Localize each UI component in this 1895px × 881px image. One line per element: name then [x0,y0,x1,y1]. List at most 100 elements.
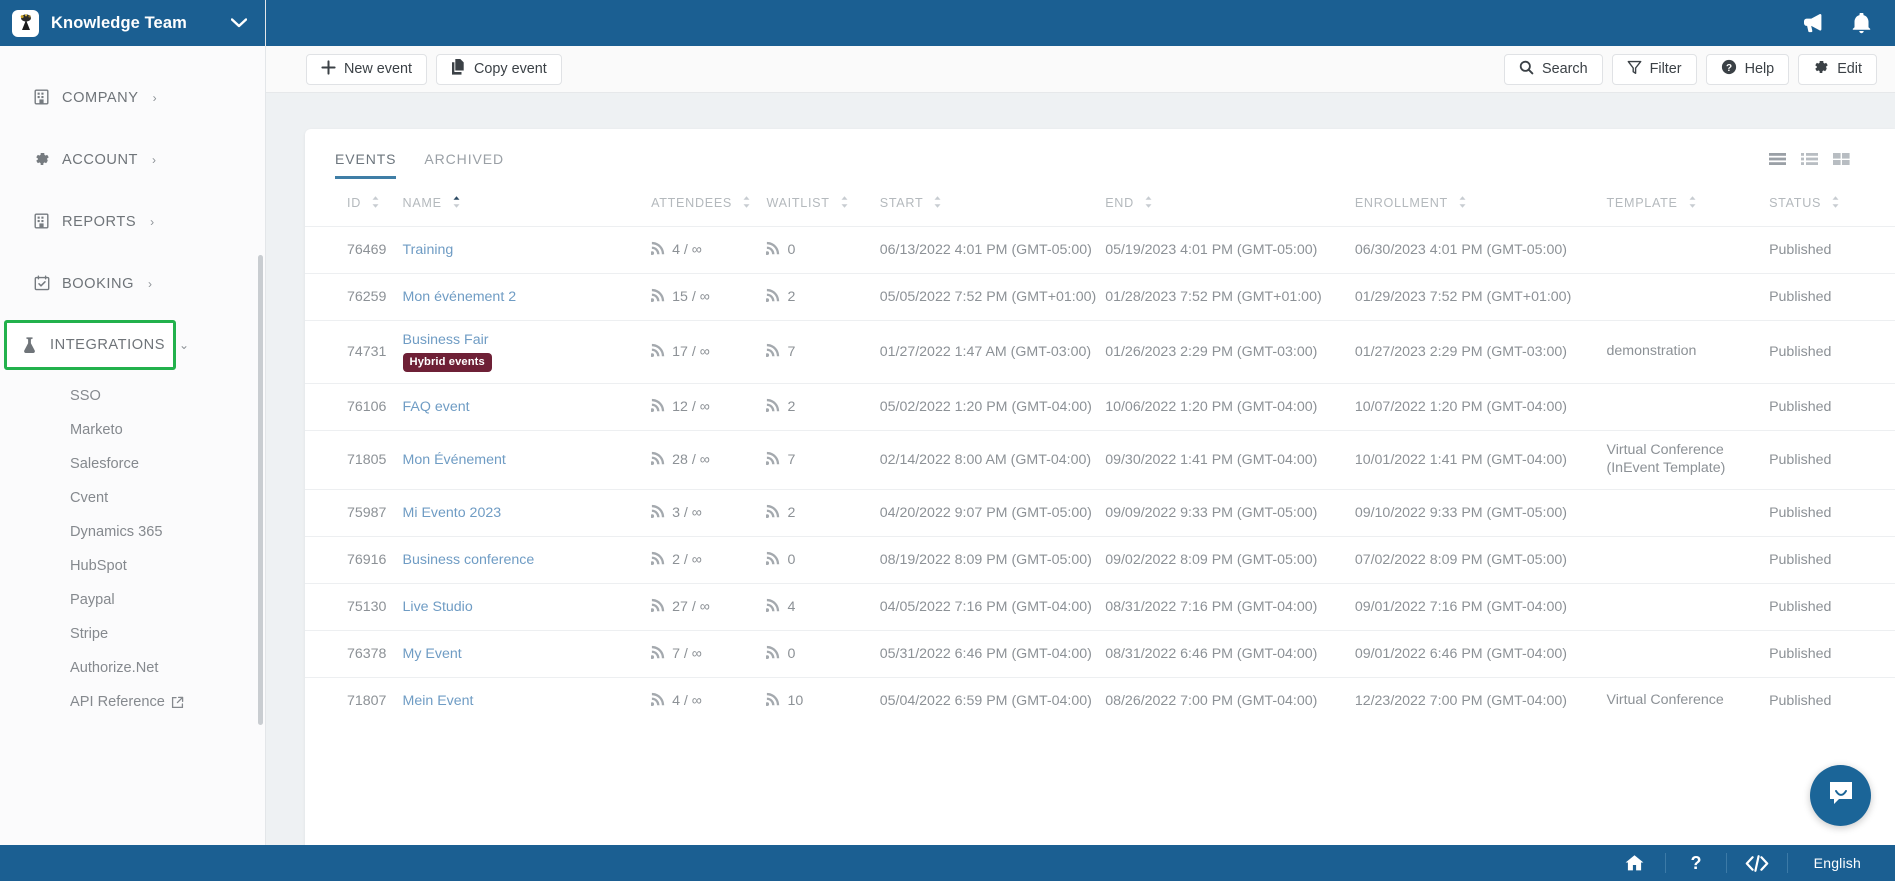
search-button[interactable]: Search [1503,53,1603,85]
edit-button[interactable]: Edit [1798,53,1877,85]
help-question-icon[interactable]: ? [1666,845,1726,881]
cell-enrollment: 09/01/2022 6:46 PM (GMT-04:00) [1354,629,1607,677]
table-row[interactable]: 76106 FAQ event 12 / ∞ 2 05/02/2022 1:20 PM … [305,383,1895,431]
sidebar-subitem-salesforce[interactable]: Salesforce [0,447,265,481]
status-badge: Published [1769,344,1832,360]
home-icon[interactable] [1605,845,1665,881]
attendees-icon [650,398,665,416]
new-event-button[interactable]: New event [306,53,427,85]
megaphone-icon[interactable] [1789,0,1837,46]
sidebar-subitem-api-reference[interactable]: API Reference [0,685,265,719]
sort-arrows-icon[interactable] [1458,195,1467,212]
cell-attendees: 28 / ∞ [650,430,767,489]
event-name-link[interactable]: Training [403,242,652,258]
event-name-link[interactable]: Live Studio [403,599,652,615]
cell-name[interactable]: Live Studio [402,582,652,630]
cell-name[interactable]: FAQ event [402,383,652,431]
sort-arrows-icon[interactable] [371,195,380,212]
sidebar-item-account[interactable]: ACCOUNT › [0,144,265,175]
col-header-id[interactable]: ID [305,179,403,227]
table-row[interactable]: 75987 Mi Evento 2023 3 / ∞ 2 04/20/2022 9:07… [305,488,1895,536]
chevron-down-icon[interactable] [230,15,248,32]
cell-name[interactable]: Business conference [402,535,652,583]
cell-name[interactable]: Mein Event [402,676,652,724]
event-name-link[interactable]: Mon Événement [403,452,652,468]
start-date: 04/05/2022 7:16 PM (GMT-04:00) [879,598,1092,615]
sidebar-item-company[interactable]: COMPANY › [0,82,265,113]
sidebar-item-integrations[interactable]: INTEGRATIONS ⌄ [4,320,189,370]
col-header-template[interactable]: TEMPLATE [1607,179,1770,227]
event-name-link[interactable]: Business conference [403,552,652,568]
tab-bar: EVENTS ARCHIVED [329,129,504,179]
table-row[interactable]: 74731 Business Fair Hybrid events 17 / ∞ 7 01… [305,320,1895,384]
waitlist-value: 10 [787,692,804,709]
cell-waitlist: 2 [765,273,880,321]
chat-bubble-icon [1826,778,1856,813]
intercom-launcher[interactable] [1810,765,1871,826]
sidebar-subitem-hubspot[interactable]: HubSpot [0,549,265,583]
sort-arrows-icon[interactable] [933,195,942,212]
detail-view-icon[interactable] [1800,151,1819,167]
language-selector[interactable]: English [1788,855,1895,871]
col-header-status[interactable]: STATUS [1769,179,1895,227]
event-name-link[interactable]: My Event [403,646,652,662]
event-name-link[interactable]: Business Fair [403,332,652,348]
sidebar-subitem-authorize-net[interactable]: Authorize.Net [0,651,265,685]
sort-arrows-icon[interactable] [452,195,461,212]
sidebar-subitem-cvent[interactable]: Cvent [0,481,265,515]
search-icon [1519,60,1534,79]
cell-id: 75130 [305,582,403,630]
sidebar-subitem-dynamics-365[interactable]: Dynamics 365 [0,515,265,549]
sidebar-subitem-marketo[interactable]: Marketo [0,413,265,447]
enrollment-date: 07/02/2022 8:09 PM (GMT-05:00) [1354,551,1567,568]
col-header-waitlist[interactable]: WAITLIST [766,179,879,227]
sort-arrows-icon[interactable] [1688,195,1697,212]
sidebar-subitem-sso[interactable]: SSO [0,379,265,413]
table-row[interactable]: 76916 Business conference 2 / ∞ 0 08/19/2022… [305,535,1895,583]
cell-name[interactable]: My Event [402,629,652,677]
list-view-icon[interactable] [1768,151,1787,167]
sidebar-item-booking[interactable]: BOOKING › [0,268,265,299]
cell-name[interactable]: Mi Evento 2023 [402,488,652,536]
tab-archived[interactable]: ARCHIVED [424,151,504,179]
event-name-link[interactable]: Mi Evento 2023 [403,505,652,521]
help-button[interactable]: ? Help [1705,53,1790,85]
table-row[interactable]: 71805 Mon Événement 28 / ∞ 7 02/14/2022 8:00… [305,430,1895,489]
table-row[interactable]: 71807 Mein Event 4 / ∞ 10 05/04/2022 6:59 PM… [305,676,1895,724]
copy-event-button[interactable]: Copy event [436,53,562,85]
col-header-name[interactable]: NAME [403,179,652,227]
cell-start: 01/27/2022 1:47 AM (GMT-03:00) [879,320,1106,384]
sort-arrows-icon[interactable] [742,195,751,212]
sort-arrows-icon[interactable] [1831,195,1840,212]
grid-view-icon[interactable] [1832,151,1851,167]
col-header-end[interactable]: END [1105,179,1355,227]
tab-events-label: EVENTS [335,151,397,167]
table-row[interactable]: 75130 Live Studio 27 / ∞ 4 04/05/2022 7:16 P… [305,582,1895,630]
event-name-link[interactable]: Mon événement 2 [403,289,652,305]
sort-arrows-icon[interactable] [840,195,849,212]
table-row[interactable]: 76259 Mon événement 2 15 / ∞ 2 05/05/2022 7:… [305,273,1895,321]
col-header-start[interactable]: START [880,179,1105,227]
table-row[interactable]: 76378 My Event 7 / ∞ 0 05/31/2022 6:46 PM (G… [305,629,1895,677]
col-header-enrollment[interactable]: ENROLLMENT [1355,179,1607,227]
event-name-link[interactable]: Mein Event [403,693,652,709]
tab-events[interactable]: EVENTS [335,151,397,179]
sort-arrows-icon[interactable] [1144,195,1153,212]
sidebar-subitem-stripe[interactable]: Stripe [0,617,265,651]
col-header-attendees[interactable]: ATTENDEES [651,179,766,227]
sidebar-subitem-paypal[interactable]: Paypal [0,583,265,617]
cell-name[interactable]: Mon événement 2 [402,273,652,321]
cell-name[interactable]: Business Fair Hybrid events [402,320,652,384]
sidebar-header[interactable]: Knowledge Team [0,0,265,46]
cell-name[interactable]: Training [402,226,652,274]
bell-icon[interactable] [1837,0,1885,46]
sidebar-item-reports[interactable]: REPORTS › [0,206,265,237]
code-icon[interactable] [1727,845,1787,881]
filter-button[interactable]: Filter [1611,53,1697,85]
event-name-link[interactable]: FAQ event [403,399,652,415]
table-row[interactable]: 76469 Training 4 / ∞ 0 06/13/2022 4:01 PM (G… [305,226,1895,274]
cell-name[interactable]: Mon Événement [402,430,652,489]
building-icon [34,213,51,230]
status-badge: Published [1769,504,1832,521]
sidebar-scrollbar[interactable] [258,255,263,725]
